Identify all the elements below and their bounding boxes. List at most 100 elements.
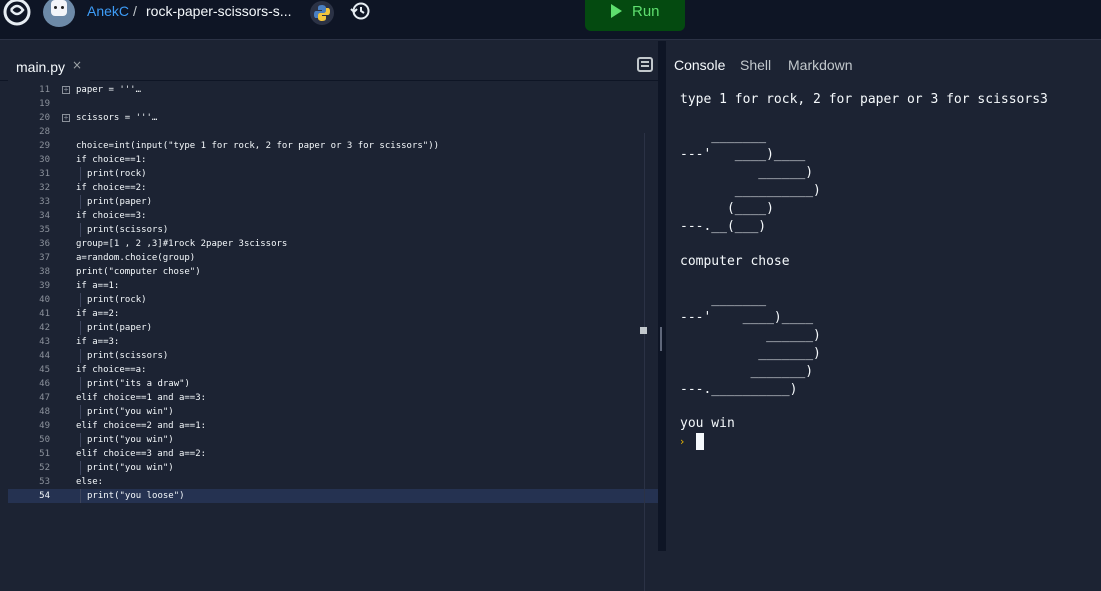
code-line[interactable]: 34 if choice==3: [8, 209, 658, 223]
code-line[interactable]: 20 + scissors = '''… [8, 111, 658, 125]
line-number: 46 [39, 379, 50, 389]
code-line[interactable]: 40 print(rock) [8, 293, 658, 307]
code-text: print("its a draw") [87, 379, 190, 389]
python-icon[interactable] [310, 1, 334, 25]
console-computer-line: computer chose [680, 254, 790, 269]
code-line[interactable]: 30 if choice==1: [8, 153, 658, 167]
code-line[interactable]: 49 elif choice==2 and a==1: [8, 419, 658, 433]
line-number: 44 [39, 351, 50, 361]
tab-markdown[interactable]: Markdown [788, 57, 853, 73]
code-editor[interactable]: 11 + paper = '''… 19 20 + scissors = '''… 28 29 c… [8, 83, 658, 551]
code-line[interactable]: 45 if choice==a: [8, 363, 658, 377]
code-text: if a==3: [76, 337, 120, 347]
tab-console-label[interactable]: Console [674, 57, 725, 73]
fold-toggle-icon[interactable]: + [62, 86, 70, 94]
indent-guide [80, 377, 81, 391]
code-line[interactable]: 41 if a==2: [8, 307, 658, 321]
editor-scroll-track[interactable] [644, 133, 645, 591]
fold-toggle-icon[interactable]: + [62, 114, 70, 122]
code-line[interactable]: 47 elif choice==1 and a==3: [8, 391, 658, 405]
line-number: 11 [39, 85, 50, 95]
code-line[interactable]: 43 if a==3: [8, 335, 658, 349]
code-line[interactable]: 38 print("computer chose") [8, 265, 658, 279]
avatar[interactable] [43, 0, 75, 27]
line-number: 19 [39, 99, 50, 109]
line-number: 45 [39, 365, 50, 375]
code-line[interactable]: 29 choice=int(input("type 1 for rock, 2 f… [8, 139, 658, 153]
line-number: 35 [39, 225, 50, 235]
line-number: 52 [39, 463, 50, 473]
layout-toggle-icon[interactable] [637, 57, 653, 72]
code-line[interactable]: 36 group=[1 , 2 ,3]#1rock 2paper 3scissor… [8, 237, 658, 251]
close-icon[interactable]: × [72, 58, 82, 72]
terminal-cursor[interactable] [696, 433, 704, 450]
indent-guide [80, 461, 81, 475]
line-number: 33 [39, 197, 50, 207]
run-button[interactable]: Run [585, 0, 685, 31]
tab-shell[interactable]: Shell [740, 57, 771, 73]
line-number: 43 [39, 337, 50, 347]
indent-guide [80, 293, 81, 307]
indent-guide [80, 489, 81, 503]
code-text: if choice==a: [76, 365, 147, 375]
top-bar: AnekC / rock-paper-scissors-s... Run [0, 0, 1101, 40]
code-text: elif choice==3 and a==2: [76, 449, 207, 459]
code-line[interactable]: 31 print(rock) [8, 167, 658, 181]
tab-main-py[interactable]: main.py × [8, 48, 90, 81]
code-text: scissors = '''… [76, 113, 158, 123]
code-line[interactable]: 51 elif choice==3 and a==2: [8, 447, 658, 461]
console-result-line: you win [680, 416, 735, 431]
line-number: 36 [39, 239, 50, 249]
code-line[interactable]: 52 print("you win") [8, 461, 658, 475]
code-line[interactable]: 19 [8, 97, 658, 111]
editor-tab-bar: main.py × [0, 48, 665, 81]
code-text: if choice==1: [76, 155, 147, 165]
code-line[interactable]: 44 print(scissors) [8, 349, 658, 363]
line-number: 54 [39, 491, 50, 501]
code-line[interactable]: 39 if a==1: [8, 279, 658, 293]
code-line[interactable]: 37 a=random.choice(group) [8, 251, 658, 265]
line-number: 29 [39, 141, 50, 151]
console-prompt-line: type 1 for rock, 2 for paper or 3 for sc… [680, 92, 1048, 107]
code-text: print("computer chose") [76, 267, 201, 277]
resize-handle[interactable] [660, 327, 662, 351]
line-number: 47 [39, 393, 50, 403]
line-number: 38 [39, 267, 50, 277]
code-text: print(paper) [87, 197, 153, 207]
console-pane: Console Shell Markdown type 1 for rock, … [666, 41, 1101, 551]
code-line[interactable]: 32 if choice==2: [8, 181, 658, 195]
line-number: 20 [39, 113, 50, 123]
code-text: print(paper) [87, 323, 153, 333]
console-art-computer: _______ ---' ____)____ ______) _______) … [680, 292, 821, 397]
code-text: print("you win") [87, 407, 174, 417]
tab-label: main.py [16, 59, 66, 75]
code-line[interactable]: 33 print(paper) [8, 195, 658, 209]
code-line[interactable]: 53 else: [8, 475, 658, 489]
code-line[interactable]: 42 print(paper) [8, 321, 658, 335]
replit-logo-icon[interactable] [2, 0, 32, 28]
code-line[interactable]: 48 print("you win") [8, 405, 658, 419]
code-line[interactable]: 35 print(scissors) [8, 223, 658, 237]
run-label: Run [632, 3, 660, 20]
line-number: 39 [39, 281, 50, 291]
repl-name[interactable]: rock-paper-scissors-s... [146, 3, 291, 19]
code-text: elif choice==2 and a==1: [76, 421, 207, 431]
code-line[interactable]: 46 print("its a draw") [8, 377, 658, 391]
code-line[interactable]: 54 print("you loose") [8, 489, 658, 503]
pane-divider[interactable] [658, 41, 666, 551]
editor-pane: main.py × 11 + paper = '''… 19 20 + scissors =… [0, 41, 665, 591]
username-link[interactable]: AnekC [87, 3, 129, 19]
code-line[interactable]: 11 + paper = '''… [8, 83, 658, 97]
code-text: a=random.choice(group) [76, 253, 196, 263]
code-text: paper = '''… [76, 85, 142, 95]
code-text: if choice==3: [76, 211, 147, 221]
code-text: print(scissors) [87, 351, 169, 361]
code-line[interactable]: 28 [8, 125, 658, 139]
line-number: 28 [39, 127, 50, 137]
code-line[interactable]: 50 print("you win") [8, 433, 658, 447]
indent-guide [80, 405, 81, 419]
line-number: 40 [39, 295, 50, 305]
history-icon[interactable] [350, 1, 370, 21]
indent-guide [80, 321, 81, 335]
indent-guide [80, 433, 81, 447]
